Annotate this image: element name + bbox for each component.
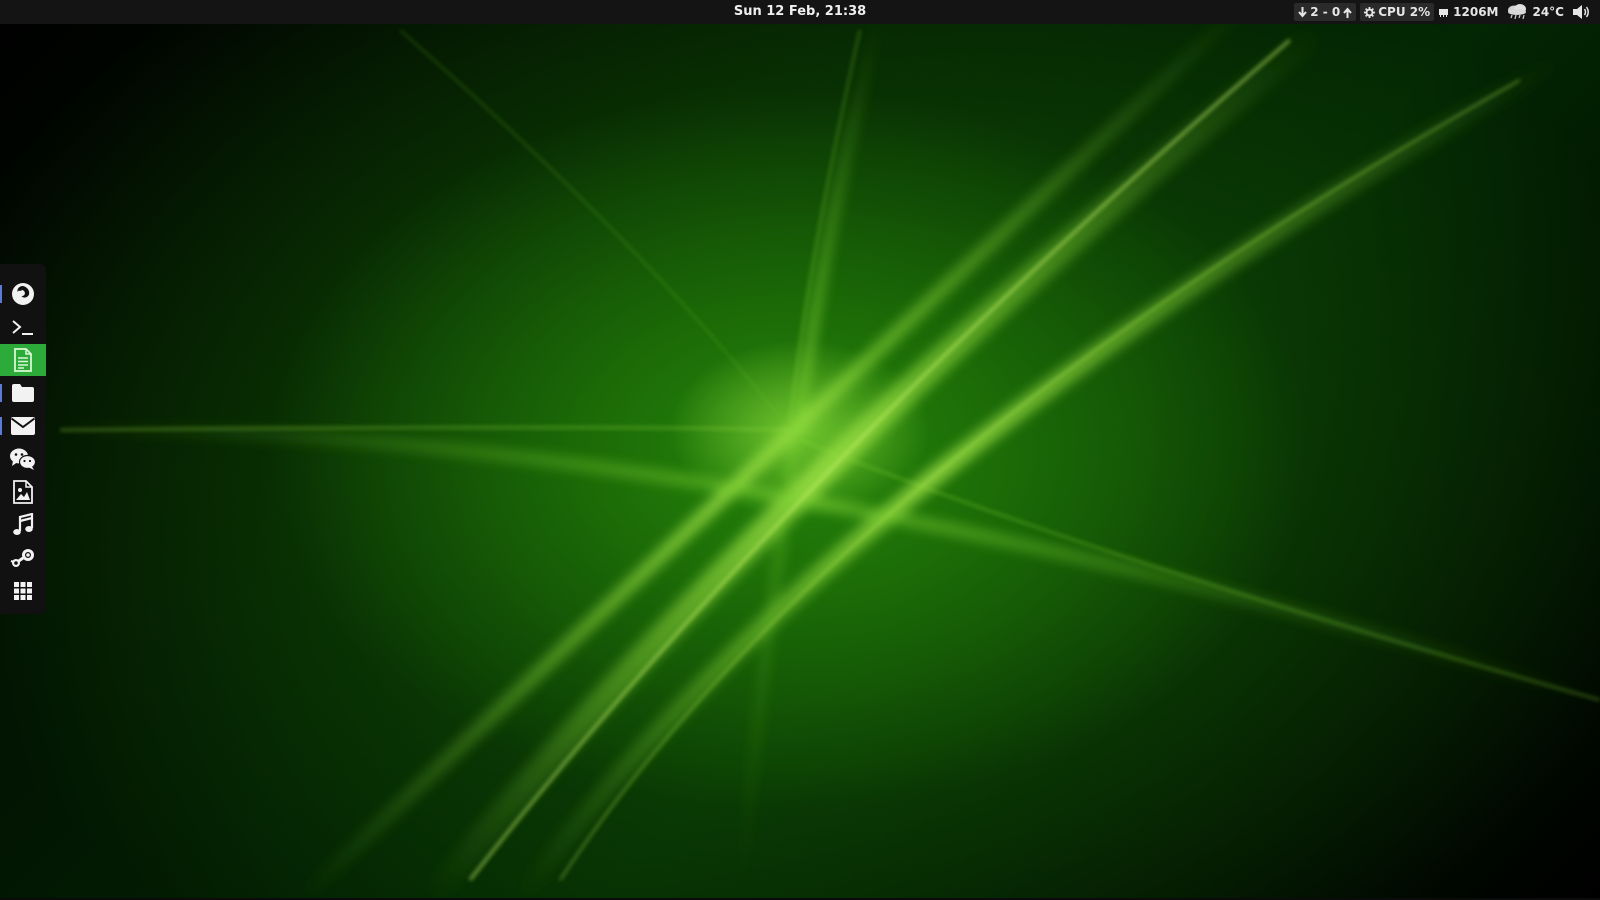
- cpu-gear-icon: [1364, 6, 1376, 18]
- mail-icon: [10, 416, 36, 436]
- app-grid-icon: [13, 581, 33, 601]
- text-editor-icon: [13, 348, 33, 372]
- music-icon: [12, 513, 34, 537]
- speaker-volume-icon: [1572, 4, 1592, 20]
- volume-indicator[interactable]: [1572, 4, 1592, 20]
- application-dock: [0, 264, 46, 614]
- upload-arrow-icon: [1343, 6, 1352, 18]
- dock-item-music[interactable]: [0, 509, 46, 541]
- updates-indicator[interactable]: 2 - 0: [1294, 3, 1357, 21]
- dock-item-image-viewer[interactable]: [0, 476, 46, 508]
- running-indicator: [0, 417, 2, 435]
- desktop[interactable]: Sun 12 Feb, 21:38 2 - 0 CPU 2% 1206M 24°…: [0, 0, 1600, 900]
- dock-item-firefox[interactable]: [0, 278, 46, 310]
- dock-item-app-grid[interactable]: [0, 575, 46, 607]
- weather-indicator[interactable]: 24°C: [1506, 3, 1564, 21]
- wallpaper: [0, 0, 1600, 900]
- rain-cloud-icon: [1506, 3, 1528, 21]
- dock-item-files[interactable]: [0, 377, 46, 409]
- running-indicator: [0, 384, 2, 402]
- cpu-indicator[interactable]: CPU 2%: [1360, 3, 1435, 21]
- temperature-text: 24°C: [1532, 5, 1564, 19]
- folder-icon: [11, 383, 35, 403]
- firefox-icon: [11, 282, 35, 306]
- cpu-text: CPU 2%: [1378, 5, 1431, 19]
- wallpaper-rays: [39, 0, 1600, 900]
- top-panel: Sun 12 Feb, 21:38 2 - 0 CPU 2% 1206M 24°…: [0, 0, 1600, 24]
- dock-item-text-editor[interactable]: [0, 344, 46, 376]
- image-viewer-icon: [12, 480, 34, 504]
- running-indicator: [0, 285, 2, 303]
- download-arrow-icon: [1298, 6, 1307, 18]
- terminal-icon: [11, 317, 35, 337]
- memory-text: 1206M: [1453, 5, 1499, 19]
- dock-item-steam[interactable]: [0, 542, 46, 574]
- wechat-icon: [9, 447, 37, 471]
- dock-item-wechat[interactable]: [0, 443, 46, 475]
- steam-icon: [10, 547, 36, 569]
- system-tray: 2 - 0 CPU 2% 1206M 24°C: [1294, 0, 1600, 24]
- memory-indicator[interactable]: 1206M: [1438, 5, 1498, 19]
- dock-item-mail[interactable]: [0, 410, 46, 442]
- updates-text: 2 - 0: [1310, 5, 1341, 19]
- memory-chip-icon: [1438, 7, 1449, 18]
- dock-item-terminal[interactable]: [0, 311, 46, 343]
